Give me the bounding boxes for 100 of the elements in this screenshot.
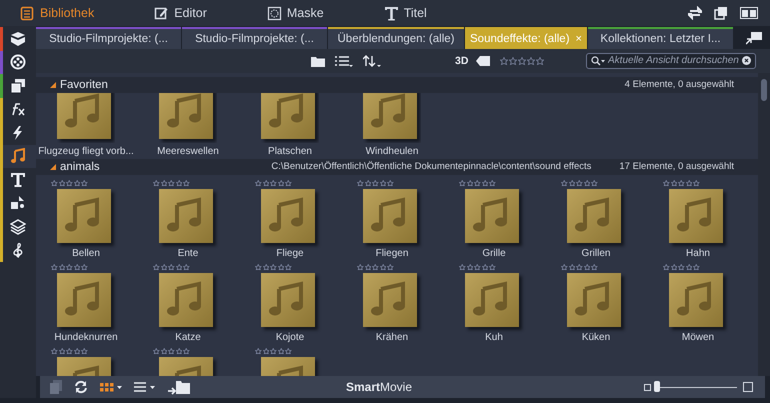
group-header[interactable]: Favoriten 4 Elemente, 0 ausgewählt <box>36 76 758 93</box>
folder-path: C:\Benutzer\Öffentlich\Öffentliche Dokumentepinnacle\content\sound effects <box>271 161 592 172</box>
window-icon[interactable] <box>714 6 728 20</box>
star-rating[interactable] <box>255 262 292 271</box>
star-rating[interactable] <box>459 178 496 187</box>
group-header[interactable]: animals C:\Benutzer\Öffentlich\Öffentliche Dokumentepinnacle\content\sound effects 17 Elemente, 0 ausgewählt <box>36 158 758 175</box>
star-rating[interactable] <box>51 346 88 355</box>
search-icon <box>591 56 605 66</box>
music-file-icon[interactable] <box>567 188 621 243</box>
shapes-icon[interactable] <box>10 195 26 212</box>
music-file-icon[interactable] <box>669 188 723 243</box>
film-reel-icon[interactable] <box>10 54 26 70</box>
library-tab[interactable]: Überblendungen: (alle) <box>328 27 464 49</box>
large-size-icon <box>743 382 753 392</box>
file-name: Kojote <box>276 332 304 343</box>
list-view-icon[interactable] <box>134 381 156 394</box>
file-name: Kuh <box>485 332 503 343</box>
star-rating[interactable] <box>459 262 496 271</box>
file-name: Krähen <box>376 332 408 343</box>
star-rating[interactable] <box>561 262 598 271</box>
music-file-icon[interactable] <box>57 272 111 327</box>
star-rating[interactable] <box>357 262 394 271</box>
folder-import-icon[interactable] <box>168 379 190 396</box>
top-tab[interactable]: Editor <box>150 2 211 24</box>
sort-icon[interactable] <box>363 54 381 67</box>
box-icon[interactable] <box>10 30 26 47</box>
expand-triangle-icon[interactable] <box>50 164 56 170</box>
music-file-icon[interactable] <box>363 188 417 243</box>
grid-view-icon[interactable] <box>100 381 122 394</box>
music-file-icon[interactable] <box>159 92 213 139</box>
copy-icon[interactable] <box>50 380 62 394</box>
file-name: Platschen <box>268 146 312 157</box>
group-title: Favoriten <box>60 78 108 91</box>
top-tab[interactable]: Bibliothek <box>16 2 98 24</box>
music-file-icon[interactable] <box>363 272 417 327</box>
music-file-icon[interactable] <box>261 188 315 243</box>
text-icon[interactable] <box>10 172 26 188</box>
star-rating[interactable] <box>663 262 700 271</box>
list-icon <box>20 6 35 20</box>
star-rating[interactable] <box>255 178 292 187</box>
library-tab[interactable]: Studio-Filmprojekte: (... <box>182 27 327 49</box>
file-name: Hahn <box>686 248 710 259</box>
music-file-icon[interactable] <box>465 272 519 327</box>
top-tab[interactable]: Maske <box>262 2 328 24</box>
music-note-icon[interactable] <box>10 148 26 164</box>
file-name: Möwen <box>682 332 714 343</box>
clear-icon[interactable] <box>742 56 751 66</box>
music-file-icon[interactable] <box>261 92 315 139</box>
expand-triangle-icon[interactable] <box>50 82 56 88</box>
tag-icon[interactable] <box>476 56 490 66</box>
file-name: Flugzeug fliegt vorb... <box>38 146 134 157</box>
music-file-icon[interactable] <box>669 272 723 327</box>
file-name: Fliegen <box>376 248 408 259</box>
file-name: Küken <box>582 332 610 343</box>
top-tab[interactable]: Titel <box>380 2 431 24</box>
edit-icon <box>154 6 170 20</box>
star-rating[interactable] <box>153 262 190 271</box>
star-rating[interactable] <box>561 178 598 187</box>
refresh-icon[interactable] <box>74 380 88 394</box>
layout-icon[interactable] <box>740 6 758 20</box>
3d-toggle[interactable]: 3D <box>455 54 468 67</box>
swap-icon[interactable] <box>688 6 702 20</box>
list-view-icon[interactable] <box>335 54 353 67</box>
library-tab[interactable]: Studio-Filmprojekte: (... <box>36 27 181 49</box>
fx-icon[interactable] <box>10 101 26 118</box>
stack-icon[interactable] <box>10 78 26 94</box>
star-rating[interactable] <box>153 178 190 187</box>
star-rating[interactable] <box>357 178 394 187</box>
music-file-icon[interactable] <box>567 272 621 327</box>
file-name: Grillen <box>582 248 610 259</box>
star-rating[interactable] <box>51 178 88 187</box>
scrollbar-thumb[interactable] <box>761 78 767 101</box>
music-file-icon[interactable] <box>57 92 111 139</box>
folder-icon[interactable] <box>311 54 325 67</box>
star-rating[interactable] <box>663 178 700 187</box>
star-rating[interactable] <box>51 262 88 271</box>
star-rating[interactable] <box>255 346 292 355</box>
music-file-icon[interactable] <box>57 188 111 243</box>
star-rating[interactable] <box>500 56 544 65</box>
file-name: Katze <box>175 332 201 343</box>
file-name: Bellen <box>72 248 100 259</box>
zoom-slider[interactable] <box>657 380 737 394</box>
layers-icon[interactable] <box>10 218 26 235</box>
group-title: animals <box>60 160 100 173</box>
library-tab[interactable]: Kollektionen: Letzter I... <box>588 27 733 49</box>
star-rating[interactable] <box>153 346 190 355</box>
file-name: Fliege <box>276 248 304 259</box>
file-name: Ente <box>178 248 198 259</box>
music-file-icon[interactable] <box>261 272 315 327</box>
mask-icon <box>266 6 282 20</box>
small-size-icon <box>644 384 651 391</box>
music-file-icon[interactable] <box>159 188 213 243</box>
music-file-icon[interactable] <box>363 92 417 139</box>
new-tab-icon[interactable] <box>746 30 762 45</box>
music-file-icon[interactable] <box>159 272 213 327</box>
panel-title: SmartMovie <box>346 380 412 394</box>
item-count: 4 Elemente, 0 ausgewählt <box>624 79 734 90</box>
music-file-icon[interactable] <box>465 188 519 243</box>
slider-thumb[interactable] <box>654 381 660 392</box>
file-name: Hundeknurren <box>54 332 118 343</box>
